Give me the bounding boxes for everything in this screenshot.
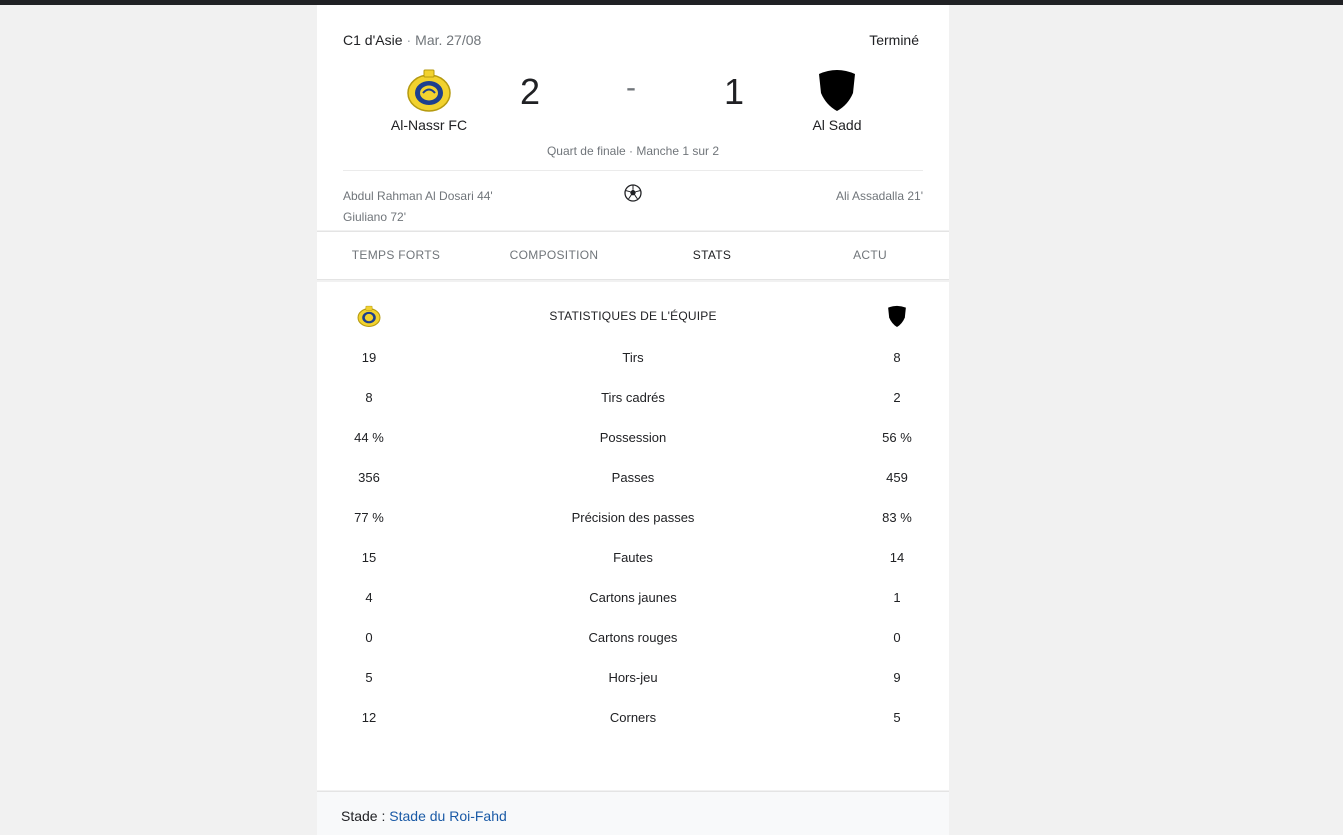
stat-row-hors-jeu: 5 Hors-jeu 9 xyxy=(317,659,949,699)
home-score: 2 xyxy=(520,71,541,112)
scorer: Abdul Rahman Al Dosari 44' xyxy=(343,189,493,203)
competition-info: C1 d'Asie · Mar. 27/08 xyxy=(343,32,481,48)
tab-stats[interactable]: STATS xyxy=(633,232,791,279)
stat-row-possession: 44 % Possession 56 % xyxy=(317,419,949,459)
away-stat-value: 1 xyxy=(893,590,901,605)
al-nassr-crest-icon xyxy=(407,69,451,112)
home-team-name: Al-Nassr FC xyxy=(390,117,468,133)
stat-label: Possession xyxy=(599,430,667,445)
round-info: Quart de finale · Manche 1 sur 2 xyxy=(546,144,720,158)
stat-row-passes: 356 Passes 459 xyxy=(317,459,949,499)
away-stat-value: 5 xyxy=(893,710,901,725)
away-score: 1 xyxy=(724,71,745,112)
team-stats-panel: STATISTIQUES DE L'ÉQUIPE 19 Tirs 8 8 Tir… xyxy=(317,282,949,790)
stat-label: Cartons jaunes xyxy=(589,590,677,605)
venue-link[interactable]: Stade du Roi-Fahd xyxy=(389,808,507,824)
stat-row-fautes: 15 Fautes 14 xyxy=(317,539,949,579)
stat-row-corners: 12 Corners 5 xyxy=(317,699,949,739)
tab-composition[interactable]: COMPOSITION xyxy=(475,232,633,279)
stats-title: STATISTIQUES DE L'ÉQUIPE xyxy=(549,309,717,323)
al-sadd-crest-icon xyxy=(888,305,906,327)
stat-label: Cartons rouges xyxy=(588,630,678,645)
stat-label: Corners xyxy=(609,710,657,725)
stat-row-tirs: 19 Tirs 8 xyxy=(317,339,949,379)
away-stat-value: 14 xyxy=(889,550,905,565)
stat-label: Passes xyxy=(611,470,655,485)
match-header-card: C1 d'Asie · Mar. 27/08 Terminé Al-Nassr FC… xyxy=(317,5,949,230)
stat-row-cartons-jaunes: 4 Cartons jaunes 1 xyxy=(317,579,949,619)
stat-row-cartons-rouges: 0 Cartons rouges 0 xyxy=(317,619,949,659)
al-sadd-crest-icon xyxy=(819,70,855,111)
stat-row-precision-passes: 77 % Précision des passes 83 % xyxy=(317,499,949,539)
score-dash: - xyxy=(626,71,636,104)
home-scorers: Abdul Rahman Al Dosari 44' Giuliano 72' xyxy=(343,186,493,228)
match-status: Terminé xyxy=(869,32,919,48)
away-stat-value: 8 xyxy=(893,350,901,365)
scorer: Ali Assadalla 21' xyxy=(835,189,923,203)
tab-temps-forts[interactable]: TEMPS FORTS xyxy=(317,232,475,279)
separator: · xyxy=(406,32,412,48)
stats-header: STATISTIQUES DE L'ÉQUIPE xyxy=(317,304,949,328)
divider xyxy=(343,170,923,171)
away-team-name: Al Sadd xyxy=(812,117,862,133)
away-stat-value: 2 xyxy=(893,390,901,405)
match-date: Mar. 27/08 xyxy=(415,32,482,48)
away-stat-value: 0 xyxy=(893,630,901,645)
away-stat-value: 459 xyxy=(886,470,908,485)
soccer-ball-icon xyxy=(624,184,642,202)
stat-label: Fautes xyxy=(613,550,653,565)
home-team[interactable]: Al-Nassr FC xyxy=(349,67,509,133)
venue-label: Stade : xyxy=(341,808,386,824)
stat-label: Tirs cadrés xyxy=(601,390,665,405)
stat-label: Précision des passes xyxy=(571,510,695,525)
stat-label: Tirs xyxy=(622,350,644,365)
scorer: Giuliano 72' xyxy=(343,210,406,224)
away-stat-value: 9 xyxy=(893,670,901,685)
tab-bar: TEMPS FORTS COMPOSITION STATS ACTU xyxy=(317,231,949,280)
venue-info: Stade : Stade du Roi-Fahd xyxy=(317,791,949,835)
away-team[interactable]: Al Sadd xyxy=(757,67,917,133)
competition-name[interactable]: C1 d'Asie xyxy=(343,32,402,48)
stat-label: Hors-jeu xyxy=(608,670,658,685)
away-stat-value: 56 % xyxy=(882,430,912,445)
stat-row-tirs-cadres: 8 Tirs cadrés 2 xyxy=(317,379,949,419)
tab-actu[interactable]: ACTU xyxy=(791,232,949,279)
away-stat-value: 83 % xyxy=(882,510,912,525)
away-scorers: Ali Assadalla 21' xyxy=(836,186,923,207)
